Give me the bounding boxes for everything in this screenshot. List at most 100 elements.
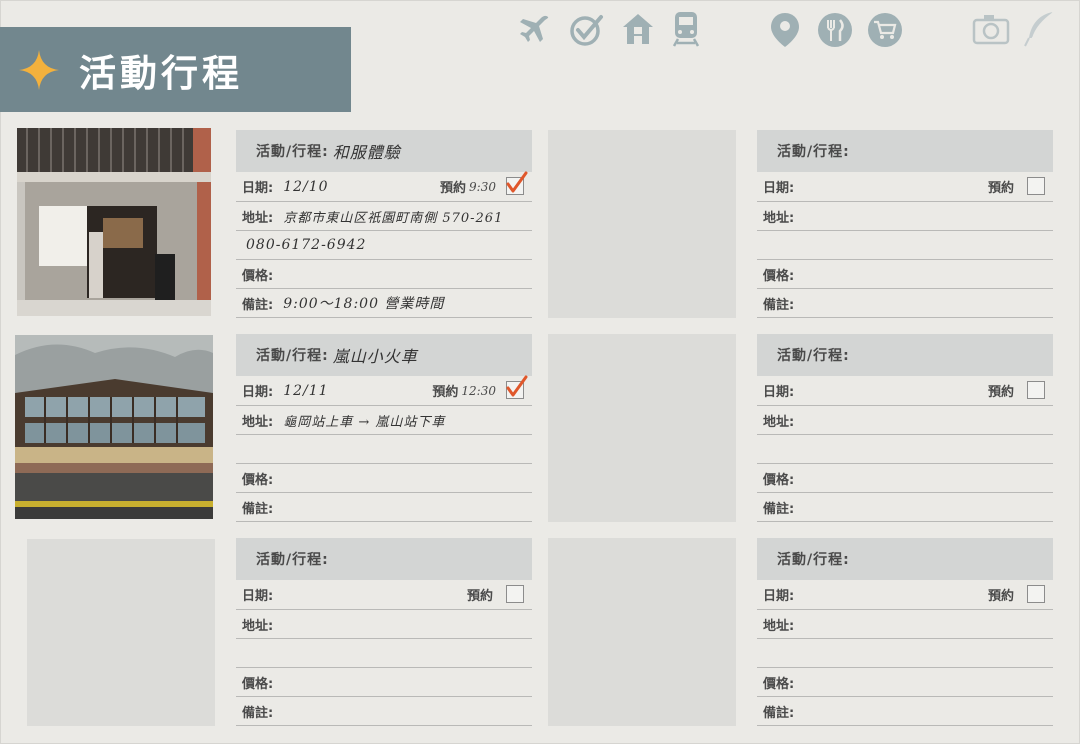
reserve-group: 預約 — [988, 376, 1017, 405]
notes-row[interactable]: 備註: — [236, 697, 532, 726]
activity-row[interactable]: 活動/行程: — [757, 538, 1053, 580]
activity-row[interactable]: 活動/行程: — [757, 130, 1053, 172]
price-label: 價格: — [763, 268, 795, 284]
price-row[interactable]: 價格: — [236, 260, 532, 289]
photo-placeholder[interactable] — [27, 539, 215, 726]
date-value[interactable]: 12/10 — [283, 179, 328, 195]
activity-card: 活動/行程: 日期: 預約地址: 價格: 備註: — [757, 334, 1053, 522]
notes-row[interactable]: 備註: — [757, 493, 1053, 522]
address-label: 地址: — [242, 414, 274, 430]
date-row[interactable]: 日期: 12/11 預約 12:30 — [236, 375, 532, 406]
address-value[interactable]: 龜岡站上車 → 嵐山站下車 — [283, 411, 445, 430]
address-label: 地址: — [242, 210, 274, 226]
activity-label: 活動/行程: — [256, 348, 329, 364]
activity-value[interactable]: 嵐山小火車 — [333, 343, 418, 367]
activity-label: 活動/行程: — [777, 552, 850, 568]
reserve-checkbox[interactable] — [1027, 381, 1045, 399]
notes-row[interactable]: 備註: — [236, 493, 532, 522]
reserve-group: 預約 — [988, 172, 1017, 201]
address-line2-value[interactable]: 080-6172-6942 — [246, 237, 366, 253]
reserve-label: 預約 — [432, 385, 459, 400]
date-row[interactable]: 日期: 預約 — [757, 580, 1053, 610]
date-label: 日期: — [763, 589, 795, 604]
address-label: 地址: — [763, 210, 795, 226]
notes-row[interactable]: 備註: 9:00～18:00 營業時間 — [236, 289, 532, 318]
feather-pen-icon[interactable] — [1022, 10, 1056, 48]
reserve-time[interactable]: 12:30 — [461, 384, 496, 398]
reserve-label: 預約 — [987, 589, 1014, 604]
address-line2-row[interactable] — [236, 639, 532, 668]
notes-label: 備註: — [763, 705, 795, 721]
notes-label: 備註: — [242, 705, 274, 721]
reserve-checkbox[interactable] — [506, 171, 528, 195]
notes-value[interactable]: 9:00～18:00 營業時間 — [283, 293, 444, 313]
date-label: 日期: — [242, 385, 274, 400]
address-line2-row[interactable] — [757, 435, 1053, 464]
address-label: 地址: — [763, 414, 795, 430]
address-row[interactable]: 地址: 龜岡站上車 → 嵐山站下車 — [236, 406, 532, 435]
notes-label: 備註: — [242, 501, 274, 517]
check-circle-icon[interactable] — [569, 12, 605, 48]
address-row[interactable]: 地址: — [757, 610, 1053, 639]
reserve-label: 預約 — [987, 181, 1014, 196]
activity-row[interactable]: 活動/行程: — [236, 538, 532, 580]
activity-row[interactable]: 活動/行程: — [757, 334, 1053, 376]
reserve-label: 預約 — [440, 181, 467, 196]
cart-icon[interactable] — [867, 12, 903, 48]
house-icon[interactable] — [621, 12, 655, 46]
train-icon[interactable] — [672, 11, 700, 47]
notes-label: 備註: — [763, 297, 795, 313]
price-row[interactable]: 價格: — [757, 464, 1053, 493]
address-line2-row[interactable] — [236, 435, 532, 464]
reserve-group: 預約 — [988, 580, 1017, 609]
address-row[interactable]: 地址: — [236, 610, 532, 639]
price-row[interactable]: 價格: — [757, 668, 1053, 697]
date-row[interactable]: 日期: 12/10 預約 9:30 — [236, 171, 532, 202]
camera-icon[interactable] — [972, 13, 1010, 45]
photo-placeholder[interactable] — [548, 130, 736, 318]
activity-card: 活動/行程: 日期: 預約地址: 價格: 備註: — [757, 538, 1053, 726]
price-row[interactable]: 價格: — [757, 260, 1053, 289]
activity-label: 活動/行程: — [256, 552, 329, 568]
address-row[interactable]: 地址: — [757, 202, 1053, 231]
date-row[interactable]: 日期: 預約 — [757, 376, 1053, 406]
address-label: 地址: — [763, 618, 795, 634]
photo-placeholder[interactable] — [548, 334, 736, 522]
notes-row[interactable]: 備註: — [757, 289, 1053, 318]
address-line2-row[interactable]: 080-6172-6942 — [236, 231, 532, 260]
address-row[interactable]: 地址: 京都市東山区祇園町南側 570-261 — [236, 202, 532, 231]
reserve-group: 預約 9:30 — [440, 172, 496, 201]
location-pin-icon[interactable] — [770, 12, 800, 48]
title-banner: 活動行程 — [0, 27, 351, 112]
reserve-checkbox[interactable] — [1027, 177, 1045, 195]
checkmark-icon — [506, 375, 528, 397]
date-value[interactable]: 12/11 — [283, 383, 328, 399]
address-line2-row[interactable] — [757, 639, 1053, 668]
price-row[interactable]: 價格: — [236, 464, 532, 493]
reserve-label: 預約 — [987, 385, 1014, 400]
reserve-checkbox[interactable] — [506, 375, 528, 399]
notes-row[interactable]: 備註: — [757, 697, 1053, 726]
date-row[interactable]: 日期: 預約 — [757, 172, 1053, 202]
notes-label: 備註: — [242, 297, 274, 313]
activity-value[interactable]: 和服體驗 — [333, 139, 401, 163]
activity-card: 活動/行程: 和服體驗 日期: 12/10 預約 9:30 地址: 京都市東山区祇園町南側 5… — [236, 130, 532, 318]
activity-row[interactable]: 活動/行程: 嵐山小火車 — [236, 334, 532, 376]
address-value[interactable]: 京都市東山区祇園町南側 570-261 — [283, 207, 503, 226]
date-row[interactable]: 日期: 預約 — [236, 580, 532, 610]
activity-row[interactable]: 活動/行程: 和服體驗 — [236, 130, 532, 172]
reserve-group: 預約 — [467, 580, 496, 609]
reserve-checkbox[interactable] — [1027, 585, 1045, 603]
station-photo — [15, 335, 213, 519]
activity-label: 活動/行程: — [256, 144, 329, 160]
address-row[interactable]: 地址: — [757, 406, 1053, 435]
reserve-time[interactable]: 9:30 — [469, 180, 496, 194]
price-row[interactable]: 價格: — [236, 668, 532, 697]
reserve-checkbox[interactable] — [506, 585, 524, 603]
checkmark-icon — [506, 171, 528, 193]
address-line2-row[interactable] — [757, 231, 1053, 260]
date-label: 日期: — [763, 181, 795, 196]
photo-placeholder[interactable] — [548, 538, 736, 726]
plane-icon[interactable] — [517, 13, 551, 47]
restaurant-icon[interactable] — [817, 12, 853, 48]
